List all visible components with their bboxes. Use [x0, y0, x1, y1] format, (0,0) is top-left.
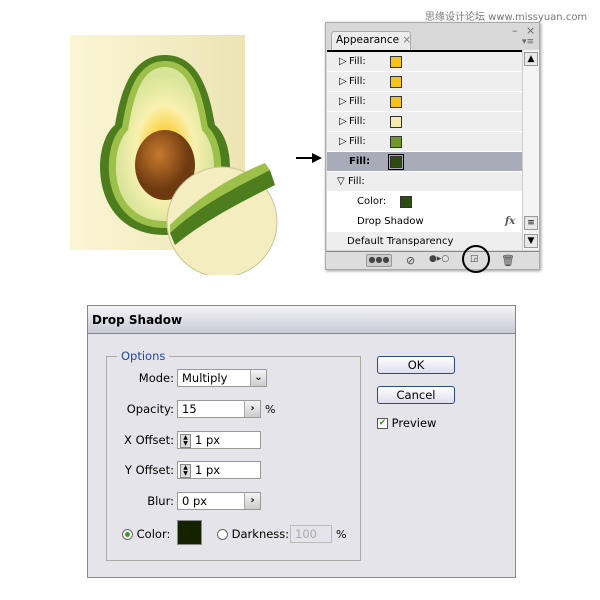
color-radio[interactable]: Color: [122, 527, 170, 541]
options-label: Options [117, 349, 170, 363]
color-radio-label: Color: [136, 527, 171, 541]
scroll-down-button[interactable]: ▼ [524, 234, 538, 248]
y-offset-value: 1 px [195, 463, 221, 477]
shadow-color-swatch[interactable] [177, 520, 202, 545]
fill-swatch[interactable] [388, 154, 404, 170]
x-offset-value: 1 px [195, 433, 221, 447]
appearance-list: ▷ Fill: ▷ Fill: ▷ Fill: ▷ Fill: ▷ Fill: Fill:… [327, 50, 523, 250]
drop-shadow-row[interactable]: Drop Shadow fx [327, 212, 523, 232]
preview-checkbox[interactable]: ✔ Preview [377, 416, 436, 430]
y-offset-label: Y Offset: [124, 463, 174, 477]
clear-appearance-icon[interactable]: ⊘ [406, 254, 415, 267]
mode-label: Mode: [138, 371, 174, 385]
tab-appearance[interactable]: Appearance × [331, 31, 411, 50]
fill-swatch[interactable] [390, 116, 402, 128]
color-label: Color: [357, 196, 387, 207]
color-row[interactable]: Color: [327, 192, 523, 212]
expand-triangle-icon[interactable]: ▷ [339, 112, 347, 131]
mode-value: Multiply [182, 371, 228, 385]
fill-row[interactable]: ▷ Fill: [327, 132, 523, 152]
default-transparency-row[interactable]: Default Transparency [327, 232, 523, 252]
opacity-input[interactable]: 15 › [177, 400, 261, 418]
fill-label: Fill: [349, 136, 366, 147]
fill-label: Fill: [349, 76, 366, 87]
fx-icon[interactable]: fx [505, 212, 515, 231]
panel-footer: ●●● ⊘ ●▸○ ◲ 🗑 [326, 251, 539, 269]
watermark: 思缘设计论坛 www.missyuan.com [425, 12, 588, 23]
blur-input[interactable]: 0 px › [177, 492, 261, 510]
chevron-down-icon[interactable]: ⌄ [250, 370, 266, 386]
radio-unselected-icon[interactable] [217, 529, 228, 540]
opacity-unit: % [265, 403, 276, 416]
stepper-icon[interactable]: ▲ ▼ [180, 463, 191, 478]
drop-shadow-label: Drop Shadow [357, 216, 424, 227]
fill-label: Fill: [349, 116, 366, 127]
stepper-icon[interactable]: ▲ ▼ [180, 433, 191, 448]
tab-close-icon[interactable]: × [402, 34, 411, 46]
scroll-up-button[interactable]: ▲ [524, 52, 538, 66]
tab-label: Appearance [336, 34, 400, 46]
fill-label: Fill: [349, 96, 366, 107]
expand-triangle-icon[interactable]: ▷ [339, 92, 347, 111]
drop-shadow-dialog: Drop Shadow Options Mode: Multiply ⌄ Opac… [87, 305, 516, 578]
blur-label: Blur: [147, 494, 174, 508]
opacity-label: Opacity: [126, 402, 174, 416]
fill-row[interactable]: ▷ Fill: [327, 92, 523, 112]
fill-row[interactable]: ▷ Fill: [327, 52, 523, 72]
expand-triangle-icon[interactable]: ▷ [339, 72, 347, 91]
fill-row[interactable]: ▷ Fill: [327, 112, 523, 132]
x-offset-label: X Offset: [124, 433, 174, 447]
cancel-button[interactable]: Cancel [377, 386, 455, 404]
darkness-value: 100 [295, 527, 317, 541]
arrow-icon [296, 153, 322, 163]
expand-triangle-icon[interactable]: ▷ [339, 132, 347, 151]
expand-triangle-icon[interactable]: ▷ [339, 52, 347, 71]
darkness-radio[interactable]: Darkness: [217, 527, 289, 541]
mode-select[interactable]: Multiply ⌄ [177, 369, 267, 387]
ok-button[interactable]: OK [377, 356, 455, 374]
fill-swatch[interactable] [390, 76, 402, 88]
fill-swatch[interactable] [390, 96, 402, 108]
checkmark-icon[interactable]: ✔ [377, 418, 388, 429]
fill-label: Fill: [348, 176, 365, 187]
fill-row-selected[interactable]: Fill: [327, 152, 523, 172]
chevron-right-icon[interactable]: › [244, 493, 260, 509]
fill-label: Fill: [349, 56, 366, 67]
options-group: Options Mode: Multiply ⌄ Opacity: 15 › % X… [106, 349, 361, 561]
darkness-input[interactable]: 100 [290, 525, 332, 543]
blur-value: 0 px [182, 494, 208, 508]
color-swatch[interactable] [400, 196, 412, 208]
darkness-label: Darkness: [231, 527, 290, 541]
minimize-button[interactable]: – [512, 24, 518, 37]
panel-menu-icon[interactable]: ▾≡ [522, 37, 534, 47]
radio-selected-icon[interactable] [122, 529, 133, 540]
fill-swatch[interactable] [390, 56, 402, 68]
darkness-unit: % [336, 528, 347, 541]
dialog-title: Drop Shadow [88, 306, 515, 334]
collapse-triangle-icon[interactable]: ▽ [337, 172, 345, 191]
fill-swatch[interactable] [390, 136, 402, 148]
highlight-circle [462, 245, 490, 273]
x-offset-input[interactable]: ▲ ▼ 1 px [177, 431, 261, 449]
fill-row-expanded[interactable]: ▽ Fill: [327, 172, 523, 192]
scroll-thumb[interactable]: ≡ [524, 216, 538, 230]
new-art-basic-appearance-button[interactable]: ●●● [366, 254, 392, 267]
appearance-panel: – × ▾≡ Appearance × ▷ Fill: ▷ Fill: ▷ Fill:… [325, 22, 540, 270]
avocado-illustration [70, 35, 278, 275]
chevron-right-icon[interactable]: › [244, 401, 260, 417]
close-panel-button[interactable]: × [526, 24, 535, 37]
preview-label: Preview [391, 416, 437, 430]
y-offset-input[interactable]: ▲ ▼ 1 px [177, 461, 261, 479]
opacity-value: 15 [182, 402, 197, 416]
reduce-to-basic-icon[interactable]: ●▸○ [429, 254, 449, 264]
fill-label: Fill: [349, 156, 371, 167]
trash-icon[interactable]: 🗑 [501, 254, 515, 267]
scrollbar[interactable]: ▲ ≡ ▼ [522, 50, 539, 250]
fill-row[interactable]: ▷ Fill: [327, 72, 523, 92]
default-transparency-label: Default Transparency [347, 236, 454, 247]
